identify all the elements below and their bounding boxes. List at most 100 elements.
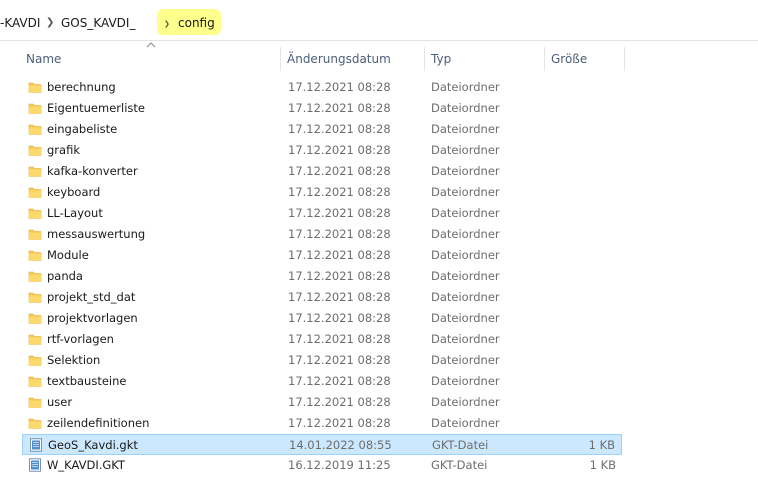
file-date: 17.12.2021 08:28 [288,80,391,94]
folder-icon [28,185,42,199]
file-row[interactable]: W_KAVDI.GKT 16.12.2019 11:25 GKT-Datei 1 KB [22,455,622,476]
file-row[interactable]: Selektion 17.12.2021 08:28 Dateiordner [22,350,622,371]
folder-icon [28,353,42,367]
file-row[interactable]: user 17.12.2021 08:28 Dateiordner [22,392,622,413]
file-row[interactable]: Module 17.12.2021 08:28 Dateiordner [22,245,622,266]
file-type: Dateiordner [431,374,500,388]
file-row[interactable]: GeoS_Kavdi.gkt 14.01.2022 08:55 GKT-Datei 1… [22,434,622,455]
folder-icon [28,248,42,262]
file-date: 17.12.2021 08:28 [288,353,391,367]
file-row[interactable]: LL-Layout 17.12.2021 08:28 Dateiordner [22,203,622,224]
file-name: Selektion [47,353,101,367]
folder-icon [28,206,42,220]
file-date: 17.12.2021 08:28 [288,122,391,136]
folder-icon [28,332,42,346]
breadcrumb-segment-gos-kavdi[interactable]: GOS_KAVDI_ [61,15,135,31]
file-date: 17.12.2021 08:28 [288,185,391,199]
file-name: textbausteine [47,374,127,388]
file-name: projektvorlagen [47,311,138,325]
file-type: GKT-Datei [432,438,489,452]
file-name: Module [47,248,89,262]
file-name: berechnung [47,80,116,94]
folder-icon [28,269,42,283]
file-name: Eigentuemerliste [47,101,145,115]
file-type: Dateiordner [431,395,500,409]
breadcrumb-segment-kavdi[interactable]: -KAVDI [0,15,40,31]
file-type: Dateiordner [431,248,500,262]
file-size: 1 KB [588,438,615,452]
address-bar[interactable]: -KAVDI ❯ GOS_KAVDI_ ❯ config [0,0,758,41]
file-date: 17.12.2021 08:28 [288,311,391,325]
file-name: rtf-vorlagen [47,332,114,346]
file-type: Dateiordner [431,101,500,115]
file-row[interactable]: projekt_std_dat 17.12.2021 08:28 Dateiordn… [22,287,622,308]
file-row[interactable]: textbausteine 17.12.2021 08:28 Dateiordner [22,371,622,392]
folder-icon [28,122,42,136]
file-type: Dateiordner [431,227,500,241]
file-name: panda [47,269,83,283]
breadcrumb-segment-config[interactable]: config [178,15,215,31]
file-name: W_KAVDI.GKT [47,458,125,472]
file-row[interactable]: keyboard 17.12.2021 08:28 Dateiordner [22,182,622,203]
file-name: user [47,395,73,409]
file-name: LL-Layout [47,206,103,220]
file-type: Dateiordner [431,416,500,430]
folder-icon [28,311,42,325]
folder-icon [28,164,42,178]
file-name: keyboard [47,185,101,199]
file-row[interactable]: projektvorlagen 17.12.2021 08:28 Dateiordn… [22,308,622,329]
chevron-right-icon[interactable]: ❯ [46,15,54,31]
file-type: Dateiordner [431,143,500,157]
file-row[interactable]: eingabeliste 17.12.2021 08:28 Dateiordner [22,119,622,140]
file-type: Dateiordner [431,80,500,94]
folder-icon [28,395,42,409]
folder-icon [28,80,42,94]
column-header-type[interactable]: Typ [431,47,451,71]
folder-icon [28,101,42,115]
sort-ascending-icon[interactable] [146,41,156,49]
file-type: Dateiordner [431,185,500,199]
folder-icon [28,374,42,388]
column-header-name[interactable]: Name [26,47,61,71]
column-divider[interactable] [424,47,425,71]
file-name: kafka-konverter [47,164,138,178]
folder-icon [28,416,42,430]
file-date: 16.12.2019 11:25 [288,458,391,472]
column-divider[interactable] [544,47,545,71]
column-divider[interactable] [624,47,625,71]
file-type: Dateiordner [431,332,500,346]
file-type: Dateiordner [431,269,500,283]
file-type: GKT-Datei [431,458,488,472]
file-date: 17.12.2021 08:28 [288,164,391,178]
file-date: 17.12.2021 08:28 [288,416,391,430]
file-date: 17.12.2021 08:28 [288,248,391,262]
column-header-date[interactable]: Änderungsdatum [287,47,391,71]
file-type: Dateiordner [431,311,500,325]
file-date: 17.12.2021 08:28 [288,101,391,115]
file-type: Dateiordner [431,353,500,367]
file-date: 17.12.2021 08:28 [288,374,391,388]
file-date: 14.01.2022 08:55 [289,438,392,452]
file-type: Dateiordner [431,122,500,136]
file-row[interactable]: Eigentuemerliste 17.12.2021 08:28 Dateiord… [22,98,622,119]
file-row[interactable]: messauswertung 17.12.2021 08:28 Dateiordne… [22,224,622,245]
file-row[interactable]: panda 17.12.2021 08:28 Dateiordner [22,266,622,287]
file-row[interactable]: rtf-vorlagen 17.12.2021 08:28 Dateiordner [22,329,622,350]
column-header-size[interactable]: Größe [551,47,587,71]
file-row[interactable]: zeilendefinitionen 17.12.2021 08:28 Dateio… [22,413,622,434]
file-row[interactable]: grafik 17.12.2021 08:28 Dateiordner [22,140,622,161]
folder-icon [28,143,42,157]
file-icon [29,438,43,452]
file-name: eingabeliste [47,122,118,136]
chevron-right-icon[interactable]: ❯ [164,16,170,32]
file-type: Dateiordner [431,290,500,304]
file-row[interactable]: berechnung 17.12.2021 08:28 Dateiordner [22,77,622,98]
folder-icon [28,227,42,241]
column-divider[interactable] [280,47,281,71]
file-date: 17.12.2021 08:28 [288,290,391,304]
column-header-bar: Name Änderungsdatum Typ Größe [0,42,758,71]
file-name: grafik [47,143,80,157]
file-name: GeoS_Kavdi.gkt [48,438,138,452]
file-row[interactable]: kafka-konverter 17.12.2021 08:28 Dateiordn… [22,161,622,182]
file-date: 17.12.2021 08:28 [288,332,391,346]
